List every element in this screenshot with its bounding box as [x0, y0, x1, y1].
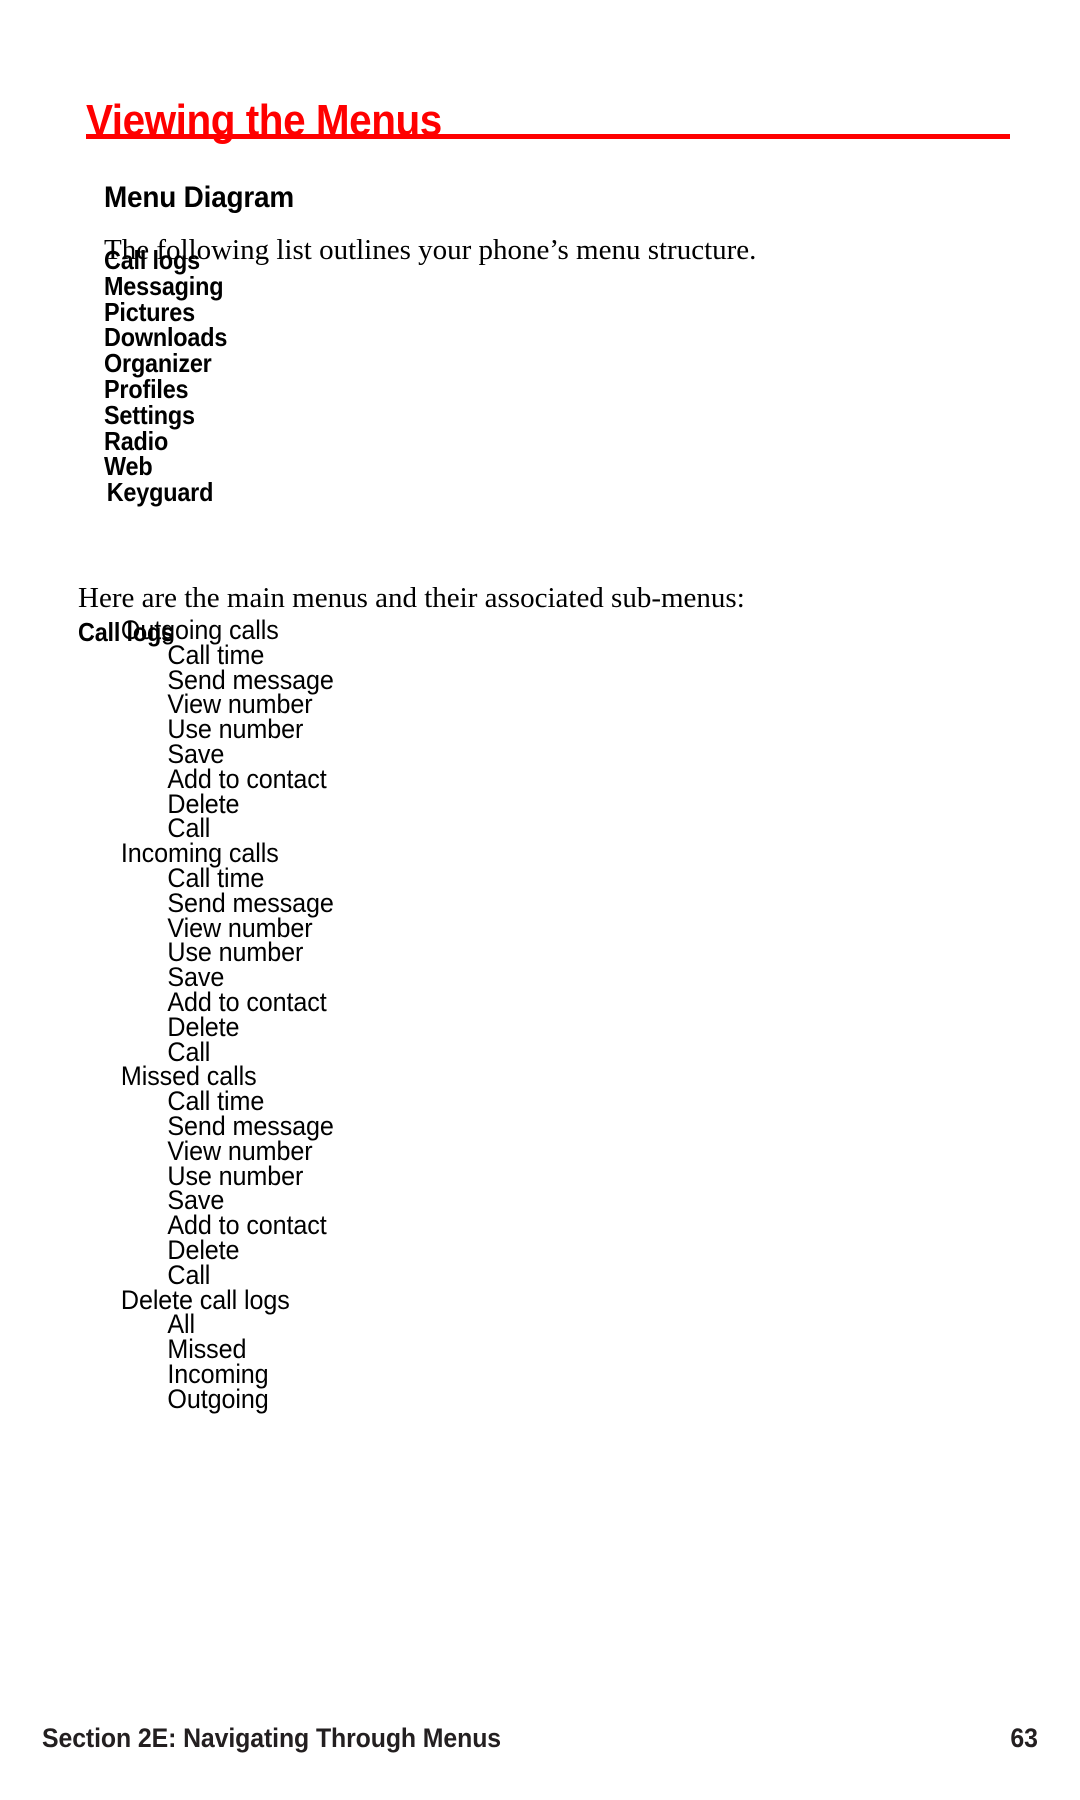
footer-page-number: 63	[1010, 1723, 1039, 1753]
submenu-subitem: Outgoing	[167, 1383, 269, 1414]
document-page: Viewing the Menus Menu Diagram The follo…	[0, 0, 1080, 1800]
title-divider	[86, 134, 1010, 139]
menu-list-item: Keyguard	[106, 477, 214, 508]
intro-paragraph-two: Here are the main menus and their associ…	[78, 582, 745, 614]
submenu-tree: Outgoing calls Call time Send message View …	[0, 617, 359, 1414]
footer-section-label: Section 2E: Navigating Through Menus	[42, 1723, 502, 1753]
page-footer: Section 2E: Navigating Through Menus 63	[42, 1722, 1038, 1754]
section-heading: Menu Diagram	[104, 180, 295, 214]
top-level-menu-list: Call logs Messaging Pictures Downloads Organ…	[104, 247, 241, 508]
page-title: Viewing the Menus	[86, 96, 442, 146]
